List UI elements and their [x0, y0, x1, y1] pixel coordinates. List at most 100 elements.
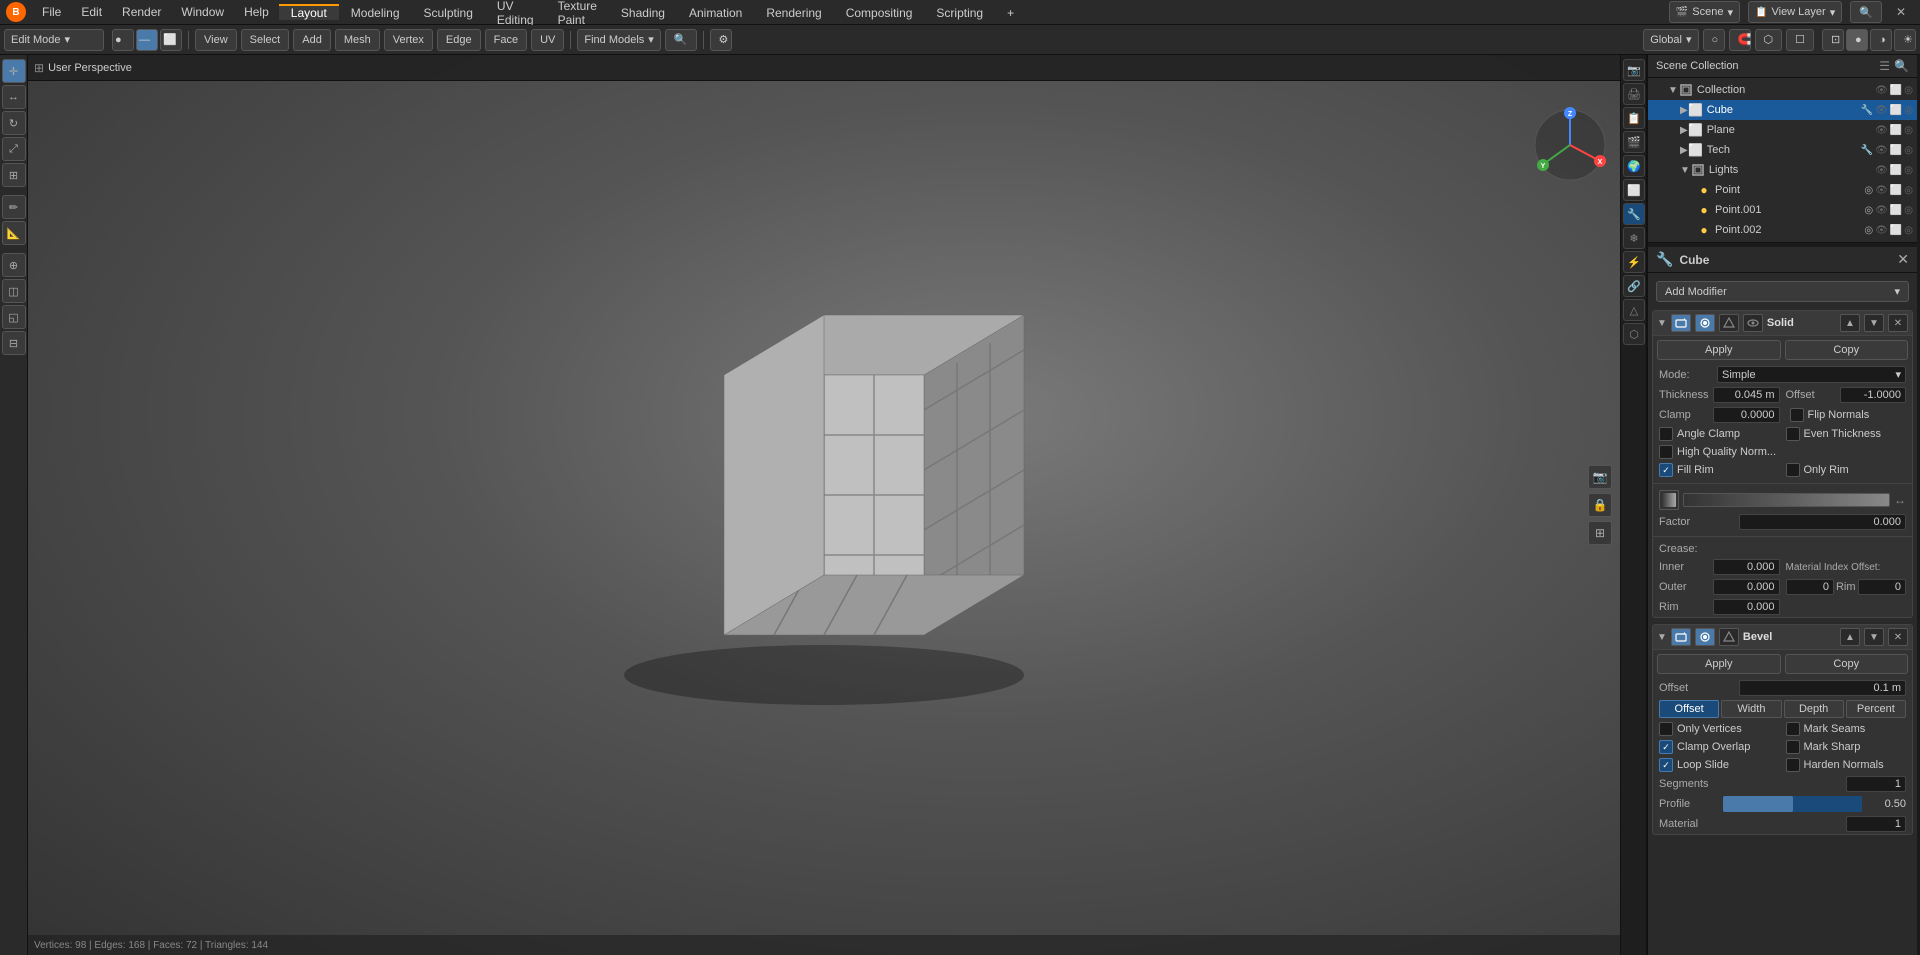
bevel-camera-icon[interactable]: [1671, 628, 1691, 646]
xray-btn[interactable]: ☐: [1786, 29, 1814, 51]
view-layer-selector[interactable]: 📋 View Layer ▾: [1748, 1, 1842, 23]
bevel-tab-offset[interactable]: Offset: [1659, 700, 1719, 718]
physics-properties-icon[interactable]: ⚡: [1623, 251, 1645, 273]
menu-render[interactable]: Render: [112, 0, 171, 24]
solidify-factor-gradient[interactable]: [1683, 493, 1890, 507]
solidify-offset-input[interactable]: -1.0000: [1840, 387, 1907, 403]
solidify-collapse-icon[interactable]: ▼: [1657, 318, 1667, 329]
tab-scripting[interactable]: Scripting: [924, 4, 995, 20]
solidify-gradient-icon[interactable]: [1659, 490, 1679, 510]
wireframe-shading[interactable]: ⊡: [1822, 29, 1844, 51]
tab-compositing[interactable]: Compositing: [834, 4, 925, 20]
solidify-up-arrow[interactable]: ▲: [1840, 314, 1860, 332]
rotate-tool[interactable]: ↻: [2, 111, 26, 135]
tab-animation[interactable]: Animation: [677, 4, 754, 20]
bevel-mark-seams-cb[interactable]: [1786, 722, 1800, 736]
vertex-select-mode[interactable]: ●: [112, 29, 134, 51]
annotate-tool[interactable]: ✏: [2, 195, 26, 219]
bevel-tab-percent[interactable]: Percent: [1846, 700, 1906, 718]
lock-view-btn[interactable]: 🔒: [1588, 493, 1612, 517]
outliner-point001[interactable]: ● Point.001 ◎ 👁 ⬜ ◎: [1648, 200, 1917, 220]
grid-btn[interactable]: ⊞: [1588, 521, 1612, 545]
solidify-camera-icon[interactable]: [1671, 314, 1691, 332]
tab-layout[interactable]: Layout: [279, 4, 339, 20]
solidify-eye-icon[interactable]: [1743, 314, 1763, 332]
solidify-render-icon[interactable]: [1695, 314, 1715, 332]
solidify-fill-rim-cb[interactable]: [1659, 463, 1673, 477]
solidify-clamp-input[interactable]: 0.0000: [1713, 407, 1780, 423]
solidify-flip-normals-cb[interactable]: [1790, 408, 1804, 422]
menu-help[interactable]: Help: [234, 0, 279, 24]
face-select-mode[interactable]: ⬜: [160, 29, 182, 51]
outliner-tech[interactable]: ▶ ⬜ Tech 🔧 👁 ⬜ ◎: [1648, 140, 1917, 160]
menu-file[interactable]: File: [32, 0, 71, 24]
proportional-edit[interactable]: ○: [1703, 29, 1725, 51]
mode-selector[interactable]: Edit Mode ▾: [4, 29, 104, 51]
solidify-factor-input[interactable]: 0.000: [1739, 514, 1906, 530]
world-properties-icon[interactable]: 🌍: [1623, 155, 1645, 177]
bevel-only-vertices-cb[interactable]: [1659, 722, 1673, 736]
tab-shading[interactable]: Shading: [609, 4, 677, 20]
scene-selector[interactable]: 🎬 Scene ▾: [1669, 1, 1740, 23]
solidify-edit-icon[interactable]: [1719, 314, 1739, 332]
bevel-copy-btn[interactable]: Copy: [1785, 654, 1909, 674]
bevel-loop-slide-cb[interactable]: [1659, 758, 1673, 772]
bevel-profile-bar[interactable]: [1723, 796, 1862, 812]
add-modifier-button[interactable]: Add Modifier ▾: [1656, 281, 1909, 302]
bevel-material-input[interactable]: 1: [1846, 816, 1906, 832]
cursor-tool[interactable]: ✛: [2, 59, 26, 83]
mesh-menu[interactable]: Mesh: [335, 29, 380, 51]
edge-select-mode[interactable]: —: [136, 29, 158, 51]
output-properties-icon[interactable]: 🖨: [1623, 83, 1645, 105]
face-menu[interactable]: Face: [485, 29, 527, 51]
material-properties-icon[interactable]: ⬡: [1623, 323, 1645, 345]
loopcut-tool[interactable]: ⊟: [2, 331, 26, 355]
properties-close-btn[interactable]: ✕: [1897, 251, 1909, 268]
bevel-mark-sharp-cb[interactable]: [1786, 740, 1800, 754]
outliner-cube[interactable]: ▶ ⬜ Cube 🔧 👁 ⬜ ◎: [1648, 100, 1917, 120]
bevel-down-arrow[interactable]: ▼: [1864, 628, 1884, 646]
viewport-3d[interactable]: ⊞ User Perspective: [28, 55, 1620, 955]
snap-btn[interactable]: 🧲: [1729, 29, 1751, 51]
bevel-offset-input[interactable]: 0.1 m: [1739, 680, 1906, 696]
outliner-point002[interactable]: ● Point.002 ◎ 👁 ⬜ ◎: [1648, 220, 1917, 240]
solidify-high-quality-cb[interactable]: [1659, 445, 1673, 459]
solidify-close-btn[interactable]: ✕: [1888, 314, 1908, 332]
solidify-thickness-input[interactable]: 0.045 m: [1713, 387, 1780, 403]
bevel-clamp-overlap-cb[interactable]: [1659, 740, 1673, 754]
scale-tool[interactable]: ⤢: [2, 137, 26, 161]
solidify-even-thickness-cb[interactable]: [1786, 427, 1800, 441]
object-data-properties-icon[interactable]: △: [1623, 299, 1645, 321]
tab-sculpting[interactable]: Sculpting: [412, 4, 485, 20]
modifier-properties-icon[interactable]: 🔧: [1623, 203, 1645, 225]
render-properties-icon[interactable]: 📷: [1623, 59, 1645, 81]
bevel-harden-normals-cb[interactable]: [1786, 758, 1800, 772]
view-layer-properties-icon[interactable]: 📋: [1623, 107, 1645, 129]
bevel-segments-input[interactable]: 1: [1846, 776, 1906, 792]
solidify-rim-input[interactable]: 0.000: [1713, 599, 1780, 615]
bevel-render-icon[interactable]: [1695, 628, 1715, 646]
outliner-lights[interactable]: ▼ Lights 👁 ⬜ ◎: [1648, 160, 1917, 180]
solidify-mi-main-input[interactable]: 0: [1786, 579, 1834, 595]
solidify-outer-input[interactable]: 0.000: [1713, 579, 1780, 595]
tab-modeling[interactable]: Modeling: [339, 4, 412, 20]
bevel-apply-btn[interactable]: Apply: [1657, 654, 1781, 674]
snap-toggle[interactable]: ⚙: [710, 29, 732, 51]
uv-menu[interactable]: UV: [531, 29, 564, 51]
add-workspace-button[interactable]: +: [995, 4, 1026, 20]
tab-uv-editing[interactable]: UV Editing: [485, 0, 546, 27]
solidify-mode-selector[interactable]: Simple ▾: [1717, 366, 1906, 383]
solidify-only-rim-cb[interactable]: [1786, 463, 1800, 477]
tab-texture-paint[interactable]: Texture Paint: [546, 0, 609, 27]
select-menu[interactable]: Select: [241, 29, 290, 51]
solidify-inner-input[interactable]: 0.000: [1713, 559, 1780, 575]
measure-tool[interactable]: 📐: [2, 221, 26, 245]
bevel-up-arrow[interactable]: ▲: [1840, 628, 1860, 646]
solidify-copy-btn[interactable]: Copy: [1785, 340, 1909, 360]
bevel-tool[interactable]: ◱: [2, 305, 26, 329]
view-menu[interactable]: View: [195, 29, 237, 51]
transform-selector[interactable]: Global ▾: [1643, 29, 1698, 51]
material-shading[interactable]: ◑: [1870, 29, 1892, 51]
object-properties-icon[interactable]: ⬜: [1623, 179, 1645, 201]
search-button[interactable]: 🔍: [1850, 1, 1882, 23]
